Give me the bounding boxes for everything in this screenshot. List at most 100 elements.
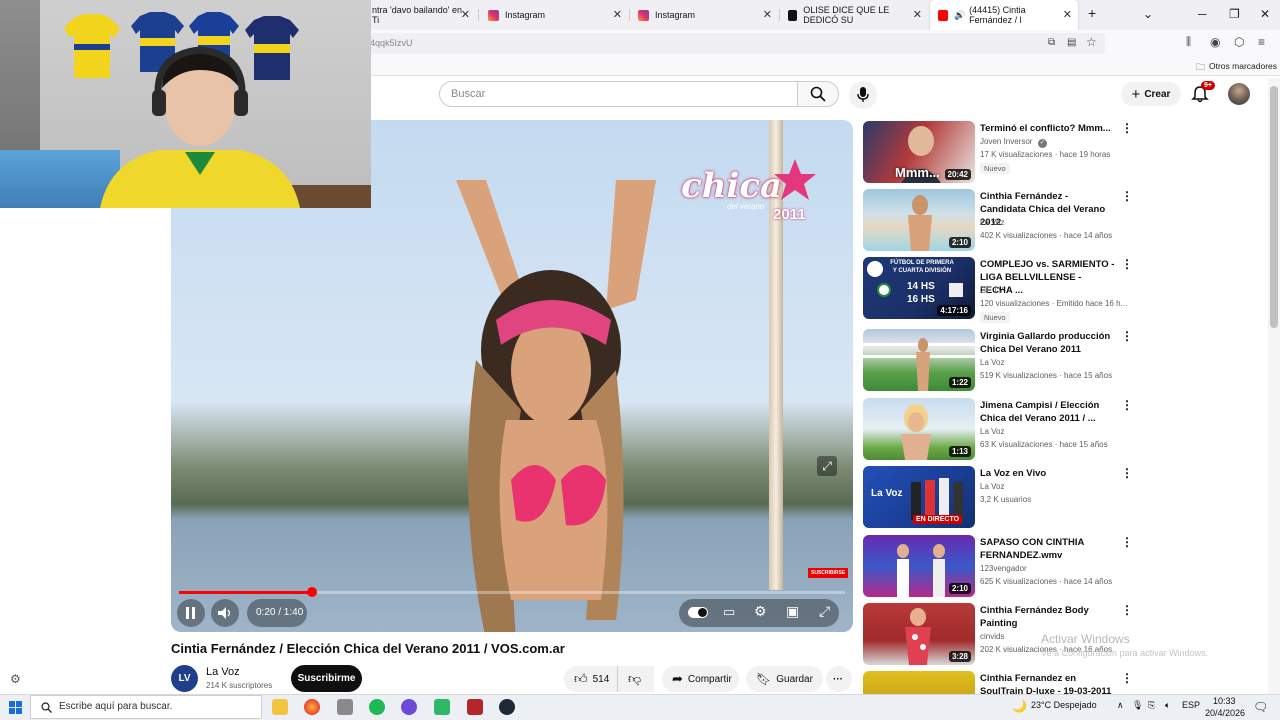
list-item[interactable]: 2:10 Cinthia Fernández - Candidata Chica… [863,189,1133,251]
search-button[interactable] [797,81,839,107]
rec-channel[interactable]: La Voz [980,482,1004,491]
more-actions-button[interactable]: ··· [826,666,852,692]
rec-channel[interactable]: cinvids [980,632,1004,641]
channel-avatar[interactable]: LV [171,665,198,692]
rec-channel[interactable]: La Voz [980,427,1004,436]
close-icon[interactable]: ✕ [461,8,470,21]
steam-icon[interactable] [499,699,515,715]
audio-playing-icon[interactable]: 🔊 [954,10,965,21]
other-bookmarks[interactable]: Otros marcadores [1209,61,1277,71]
tab-youtube-active[interactable]: 🔊 (44415) Cintia Fernández / l ✕ [930,0,1078,30]
app-icon[interactable] [467,699,483,715]
rec-channel[interactable]: La Voz [980,358,1004,367]
more-vert-icon[interactable]: ⋮ [1121,672,1133,684]
list-item[interactable]: Mmm... 20:42 Terminó el conflicto? Mmm..… [863,121,1133,183]
language-indicator[interactable]: ESP [1182,700,1200,710]
extensions-icon[interactable]: ⬡ [1234,35,1244,49]
rec-title[interactable]: Cinthia Fernández Body Painting [980,604,1115,630]
clock-date[interactable]: 20/4/2026 [1205,708,1245,718]
settings-icon[interactable]: ⚙ [754,603,767,620]
list-item[interactable]: 1:22 Virginia Gallardo producción Chica … [863,329,1133,391]
clock-time[interactable]: 10:33 [1213,696,1236,706]
list-item[interactable]: Cinthia Fernandez en SoulTrain D-luxe - … [863,671,1133,694]
gear-icon[interactable]: ⚙ [10,672,21,686]
chevron-up-icon[interactable]: ∧ [1117,700,1124,711]
rec-title[interactable]: Cinthia Fernandez en SoulTrain D-luxe - … [980,672,1115,694]
rec-channel[interactable]: 123vengador [980,564,1027,573]
rec-title[interactable]: SAPASO CON CINTHIA FERNANDEZ.wmv [980,536,1115,562]
notifications-button[interactable]: 9+ [1191,81,1215,108]
rec-title[interactable]: Jimena Campisi / Elección Chica del Vera… [980,399,1115,425]
more-vert-icon[interactable]: ⋮ [1121,536,1133,548]
rec-channel[interactable]: Joven Inversor [980,137,1032,146]
rec-channel[interactable]: GF TV [980,286,1003,295]
dislike-button[interactable]: 👎︎ [617,666,654,692]
subscribe-watermark[interactable]: SUSCRIBIRSE [808,568,849,578]
taskbar-search-input[interactable]: Escribe aquí para buscar. [30,695,262,719]
app-icon[interactable] [337,699,353,715]
bookmark-star-icon[interactable]: ☆ [1086,35,1097,49]
channel-name[interactable]: La Voz [206,666,240,678]
more-vert-icon[interactable]: ⋮ [1121,258,1133,270]
more-vert-icon[interactable]: ⋮ [1121,604,1133,616]
more-vert-icon[interactable]: ⋮ [1121,467,1133,479]
scrollbar-thumb[interactable] [1270,86,1278,328]
network-icon[interactable]: ⎘ [1148,700,1155,711]
weather-icon[interactable]: 🌙 [1012,699,1027,713]
fullscreen-icon[interactable]: ⤢ [819,603,830,620]
thumbnail[interactable]: FÚTBOL DE PRIMERA Y CUARTA DIVISIÓN 14 H… [863,257,975,319]
create-button[interactable]: + Crear [1121,82,1181,106]
theater-mode-icon[interactable]: ▣ [786,603,799,620]
account-icon[interactable]: ◉ [1210,35,1220,49]
save-button[interactable]: 🔖︎ Guardar [746,666,823,692]
subscribe-button[interactable]: Suscribirme [291,665,362,692]
subtitles-icon[interactable]: ▭ [723,604,735,620]
progress-scrubber[interactable] [307,587,317,597]
list-item[interactable]: 2:10 SAPASO CON CINTHIA FERNANDEZ.wmv 12… [863,535,1133,597]
rec-channel[interactable]: La Voz [980,218,1004,227]
avatar[interactable] [1228,83,1250,105]
voice-search-button[interactable] [849,81,877,109]
expand-icon[interactable]: ⤢ [817,456,837,476]
minimize-button[interactable]: ─ [1198,7,1207,21]
more-vert-icon[interactable]: ⋮ [1121,190,1133,202]
autoplay-toggle[interactable] [688,607,708,618]
tab-instagram-1[interactable]: Instagram ✕ [480,0,628,30]
weather-text[interactable]: 23°C Despejado [1031,700,1097,710]
discord-icon[interactable] [401,699,417,715]
list-item[interactable]: 1:13 Jimena Campisi / Elección Chica del… [863,398,1133,460]
thumbnail[interactable]: 1:22 [863,329,975,391]
more-vert-icon[interactable]: ⋮ [1121,399,1133,411]
tab-list-chevron-icon[interactable]: ⌄ [1143,7,1153,21]
rec-title[interactable]: Terminó el conflicto? Mmm... [980,122,1115,135]
spotify-icon[interactable] [369,699,385,715]
url-bar[interactable]: 4qqk5IzvU [360,33,1105,54]
more-vert-icon[interactable]: ⋮ [1121,122,1133,134]
close-icon[interactable]: ✕ [1063,8,1072,21]
app-icon[interactable] [434,699,450,715]
volume-icon[interactable]: 🔈︎ [1165,700,1170,711]
thumbnail[interactable]: 2:10 [863,535,975,597]
new-tab-button[interactable]: + [1088,5,1096,21]
thumbnail[interactable]: 2:10 [863,189,975,251]
thumbnail[interactable]: 1:13 [863,398,975,460]
windows-start-icon[interactable] [9,701,22,714]
rec-title[interactable]: Virginia Gallardo producción Chica Del V… [980,330,1115,356]
tab-tiktok-search[interactable]: ntra 'davo bailando' en Ti ✕ [364,0,476,30]
thumbnail[interactable]: Mmm... 20:42 [863,121,975,183]
firefox-icon[interactable] [304,699,320,715]
close-icon[interactable]: ✕ [913,8,922,21]
microphone-icon[interactable]: 🎙︎ [1132,700,1143,711]
reader-view-icon[interactable]: ▤ [1067,37,1076,48]
list-item[interactable]: La Voz EN DIRECTO La Voz en Vivo La Voz … [863,466,1133,528]
notification-center-icon[interactable]: 🗨︎ [1253,700,1268,714]
close-icon[interactable]: ✕ [763,8,772,21]
tab-instagram-2[interactable]: Instagram ✕ [630,0,778,30]
rec-title[interactable]: La Voz en Vivo [980,467,1115,480]
file-explorer-icon[interactable] [272,699,288,715]
thumbnail[interactable] [863,671,975,694]
close-window-button[interactable]: ✕ [1260,7,1270,21]
library-icon[interactable]: ⫼ [1186,36,1191,49]
close-icon[interactable]: ✕ [613,8,622,21]
tab-tiktok-olise[interactable]: OLISE DICE QUE LE DEDICÓ SU ✕ [780,0,928,30]
